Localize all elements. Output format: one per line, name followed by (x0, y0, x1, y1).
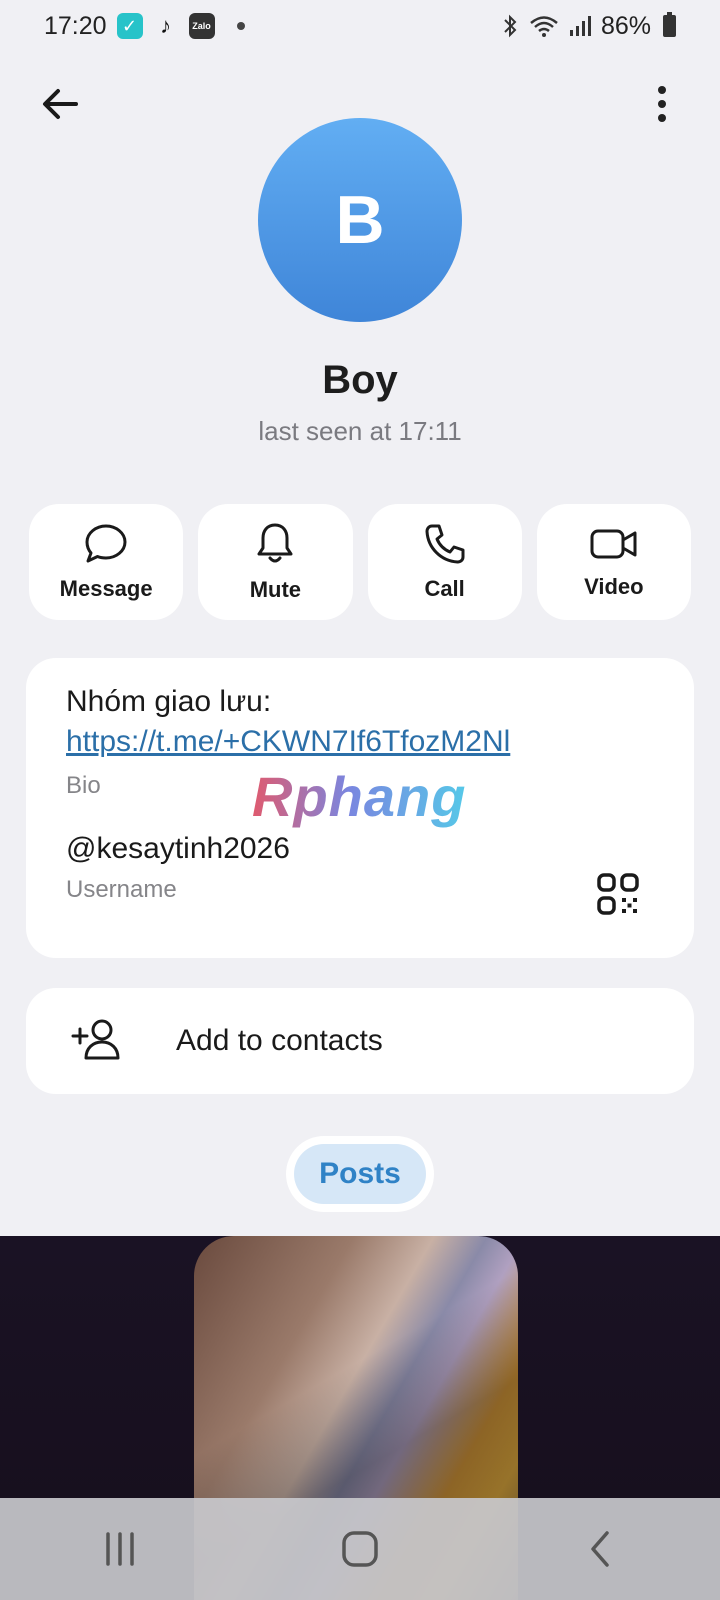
bio-text: Nhóm giao lưu: (66, 685, 272, 718)
home-button[interactable] (320, 1519, 400, 1579)
tabs-container: Posts (286, 1136, 434, 1212)
video-camera-icon (589, 524, 639, 564)
last-seen-status: last seen at 17:11 (258, 416, 462, 446)
call-button[interactable]: Call (367, 504, 522, 620)
nav-back-button[interactable] (560, 1519, 640, 1579)
profile-name: Boy (322, 358, 398, 402)
qr-code-button[interactable] (596, 872, 640, 916)
mute-label: Mute (249, 577, 302, 602)
home-icon (342, 1531, 378, 1567)
qr-code-icon (597, 873, 639, 915)
wifi-icon (530, 16, 558, 37)
tiktok-icon: ♪ (160, 13, 172, 38)
message-label: Message (59, 576, 153, 601)
video-label: Video (584, 574, 644, 599)
chat-bubble-icon (83, 522, 129, 566)
bell-icon (254, 521, 296, 567)
add-to-contacts-label: Add to contacts (176, 1024, 383, 1057)
system-navigation-bar (0, 1498, 720, 1600)
username-value[interactable]: @kesaytinh2026 (66, 832, 654, 866)
action-buttons: Message Mute Call Video (29, 504, 691, 620)
username-label: Username (66, 876, 177, 903)
recent-apps-icon (106, 1532, 134, 1566)
video-button[interactable]: Video (536, 504, 691, 620)
avatar[interactable]: B (258, 118, 462, 322)
status-left: 17:20 ✓ ♪ Zalo (44, 12, 245, 41)
status-time: 17:20 (44, 11, 107, 40)
back-button[interactable] (36, 80, 84, 128)
add-to-contacts-button[interactable]: Add to contacts (26, 988, 694, 1094)
zalo-icon: Zalo (188, 13, 215, 39)
watermark: Rphang (252, 765, 467, 828)
phone-icon (423, 522, 467, 566)
bluetooth-icon (504, 14, 517, 38)
avatar-letter: B (335, 182, 385, 258)
check-app-icon: ✓ (116, 13, 143, 39)
mute-button[interactable]: Mute (198, 504, 353, 620)
recent-apps-button[interactable] (80, 1519, 160, 1579)
more-dot-icon (658, 100, 666, 108)
call-label: Call (424, 576, 465, 601)
battery-percent: 86% (600, 11, 651, 40)
info-card: Nhóm giao lưu: https://t.me/+CKWN7If6Tfo… (26, 658, 694, 958)
signal-icon (569, 16, 591, 36)
tab-posts[interactable]: Posts (294, 1144, 426, 1204)
more-dot-icon (658, 86, 666, 94)
status-right: 86% (501, 12, 676, 41)
more-options-button[interactable] (650, 80, 674, 128)
more-dot-icon (658, 114, 666, 122)
notification-dot-icon (236, 22, 245, 30)
add-person-icon (71, 1019, 120, 1060)
chevron-left-icon (591, 1531, 609, 1567)
message-button[interactable]: Message (29, 504, 184, 620)
bio-link[interactable]: https://t.me/+CKWN7If6TfozM2Nl (66, 722, 654, 762)
battery-icon (663, 12, 676, 37)
status-bar: 17:20 ✓ ♪ Zalo 86% (0, 0, 720, 52)
arrow-left-icon (43, 89, 78, 119)
